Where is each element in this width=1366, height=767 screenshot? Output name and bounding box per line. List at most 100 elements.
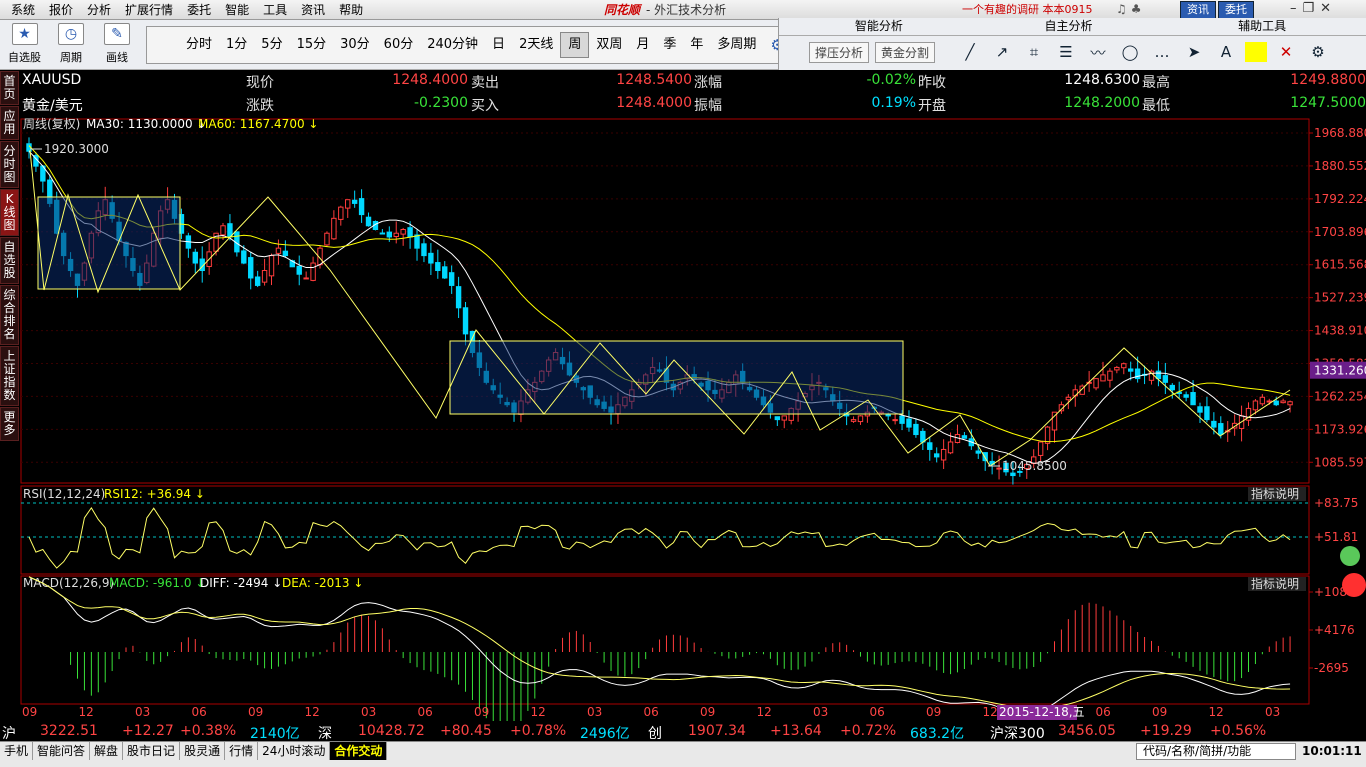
period-type-label: 周线(复权) (23, 117, 80, 131)
time-axis-label: 06 (644, 705, 659, 719)
rsi-axis-label: +83.75 (1314, 496, 1358, 510)
candle-body (345, 199, 351, 209)
time-axis-label: 12 (305, 705, 320, 719)
time-axis-label: 12 (983, 705, 998, 719)
macd-desc-button[interactable]: 指标说明 (1251, 576, 1299, 591)
ticker-item-13: +0.72% (840, 723, 897, 739)
price-axis-label: 1527.2395 (1314, 291, 1366, 305)
candle-body (261, 270, 268, 283)
ticker-item-7: +80.45 (440, 723, 492, 739)
candle-body (220, 225, 226, 236)
price-axis-label: 1792.2242 (1314, 192, 1366, 206)
candle-body (947, 441, 954, 454)
price-pane-border (20, 118, 1310, 484)
candle-body (428, 252, 434, 264)
candle-body (1121, 363, 1127, 369)
candle-body (1162, 375, 1169, 383)
time-axis-label: 09 (474, 705, 489, 719)
candle-body (996, 467, 1002, 470)
ma60-label: MA60: 1167.4700 ↓ (198, 117, 318, 131)
candle-body (899, 415, 905, 424)
clock: 10:01:11 (1302, 744, 1362, 758)
candle-body (358, 198, 365, 216)
candle-body (338, 206, 344, 220)
candle-body (927, 442, 933, 450)
candle-body (774, 416, 781, 421)
macd-value: MACD: -961.0 ↓ (109, 576, 205, 590)
drawing-box-2[interactable] (449, 340, 904, 415)
high-mark-label: 1920.3000 (44, 142, 109, 156)
candle-body (961, 435, 968, 439)
promo-bubble-icon[interactable] (1342, 573, 1366, 597)
bottom-bar: 手机 智能问答 解盘 股市日记 股灵通 行情 24小时滚动 合作交动 代码/名称/简拼/功能 … (0, 741, 1366, 767)
candle-body (455, 286, 462, 309)
candle-body (1093, 378, 1099, 389)
candle-body (933, 453, 940, 458)
ticker-item-5: 深 (318, 726, 332, 742)
candle-body (1287, 401, 1293, 406)
bottom-tab-1[interactable]: 智能问答 (33, 742, 91, 760)
time-axis-label: 03 (1265, 705, 1280, 719)
bottom-tab-4[interactable]: 股灵通 (180, 742, 226, 760)
ticker-item-3: +0.38% (180, 723, 237, 739)
chart-area[interactable]: 1968.8800 1880.5521 1792.2242 1703.8963 1615… (0, 0, 1366, 767)
candle-body (421, 243, 427, 257)
ticker-item-11: 1907.34 (688, 723, 746, 739)
ticker-item-12: +13.64 (770, 723, 822, 739)
candle-body (351, 199, 358, 204)
time-axis-label: 12 (531, 705, 546, 719)
bottom-tab-5[interactable]: 行情 (225, 742, 259, 760)
candle-body (393, 232, 399, 238)
price-axis-label: 1262.2548 (1314, 389, 1366, 403)
rsi-axis-label: +51.81 (1314, 530, 1358, 544)
price-axis-label: 1615.5684 (1314, 258, 1366, 272)
time-axis-label: 03 (813, 705, 828, 719)
rsi-pane-border (20, 485, 1310, 575)
bottom-tab-3[interactable]: 股市日记 (123, 742, 181, 760)
ma30-line (28, 150, 1291, 464)
candle-body (920, 430, 926, 443)
price-axis-label: 1703.8963 (1314, 225, 1366, 239)
rsi-line (28, 506, 1291, 569)
candle-body (1259, 396, 1266, 405)
candle-body (386, 231, 393, 238)
time-axis-label: 09 (700, 705, 715, 719)
candle-body (1190, 392, 1196, 406)
ticker-item-10: 创 (648, 726, 662, 742)
bottom-tab-6[interactable]: 24小时滚动 (258, 742, 331, 760)
ticker-item-18: +0.56% (1210, 723, 1267, 739)
time-axis-label: 06 (1096, 705, 1111, 719)
time-axis-label: 03 (135, 705, 150, 719)
price-axis-label: 1085.5970 (1314, 455, 1366, 469)
ticker-item-0: 沪 (2, 726, 16, 742)
bottom-tab-0[interactable]: 手机 (0, 742, 34, 760)
candle-body (1211, 420, 1217, 428)
candle-body (296, 265, 302, 275)
candle-body (781, 415, 787, 421)
bottom-tab-7[interactable]: 合作交动 (330, 742, 388, 760)
mascot-icon[interactable] (1340, 546, 1360, 566)
candle-body (192, 251, 198, 264)
candle-body (975, 450, 981, 454)
time-axis-label: 09 (22, 705, 37, 719)
candle-body (1128, 368, 1134, 372)
candle-body (407, 227, 413, 238)
candle-body (1204, 406, 1210, 421)
bottom-tab-2[interactable]: 解盘 (90, 742, 124, 760)
time-axis-label: 06 (870, 705, 885, 719)
time-axis-label: 12 (1209, 705, 1224, 719)
price-axis-label: 1173.9269 (1314, 422, 1366, 436)
rsi-label: RSI(12,12,24) (23, 487, 105, 501)
candle-body (241, 250, 247, 264)
ticker-item-8: +0.78% (510, 723, 567, 739)
time-axis-label: 03 (361, 705, 376, 719)
search-input[interactable]: 代码/名称/简拼/功能 (1136, 743, 1296, 760)
ticker-item-4: 2140亿 (250, 726, 300, 742)
candle-body (442, 266, 448, 279)
rsi-desc-button[interactable]: 指标说明 (1251, 486, 1299, 501)
candle-body (1218, 423, 1224, 436)
candle-body (254, 276, 261, 286)
macd-label: MACD(12,26,9) (23, 576, 114, 590)
candle-body (892, 419, 898, 422)
candle-body (1183, 394, 1189, 398)
